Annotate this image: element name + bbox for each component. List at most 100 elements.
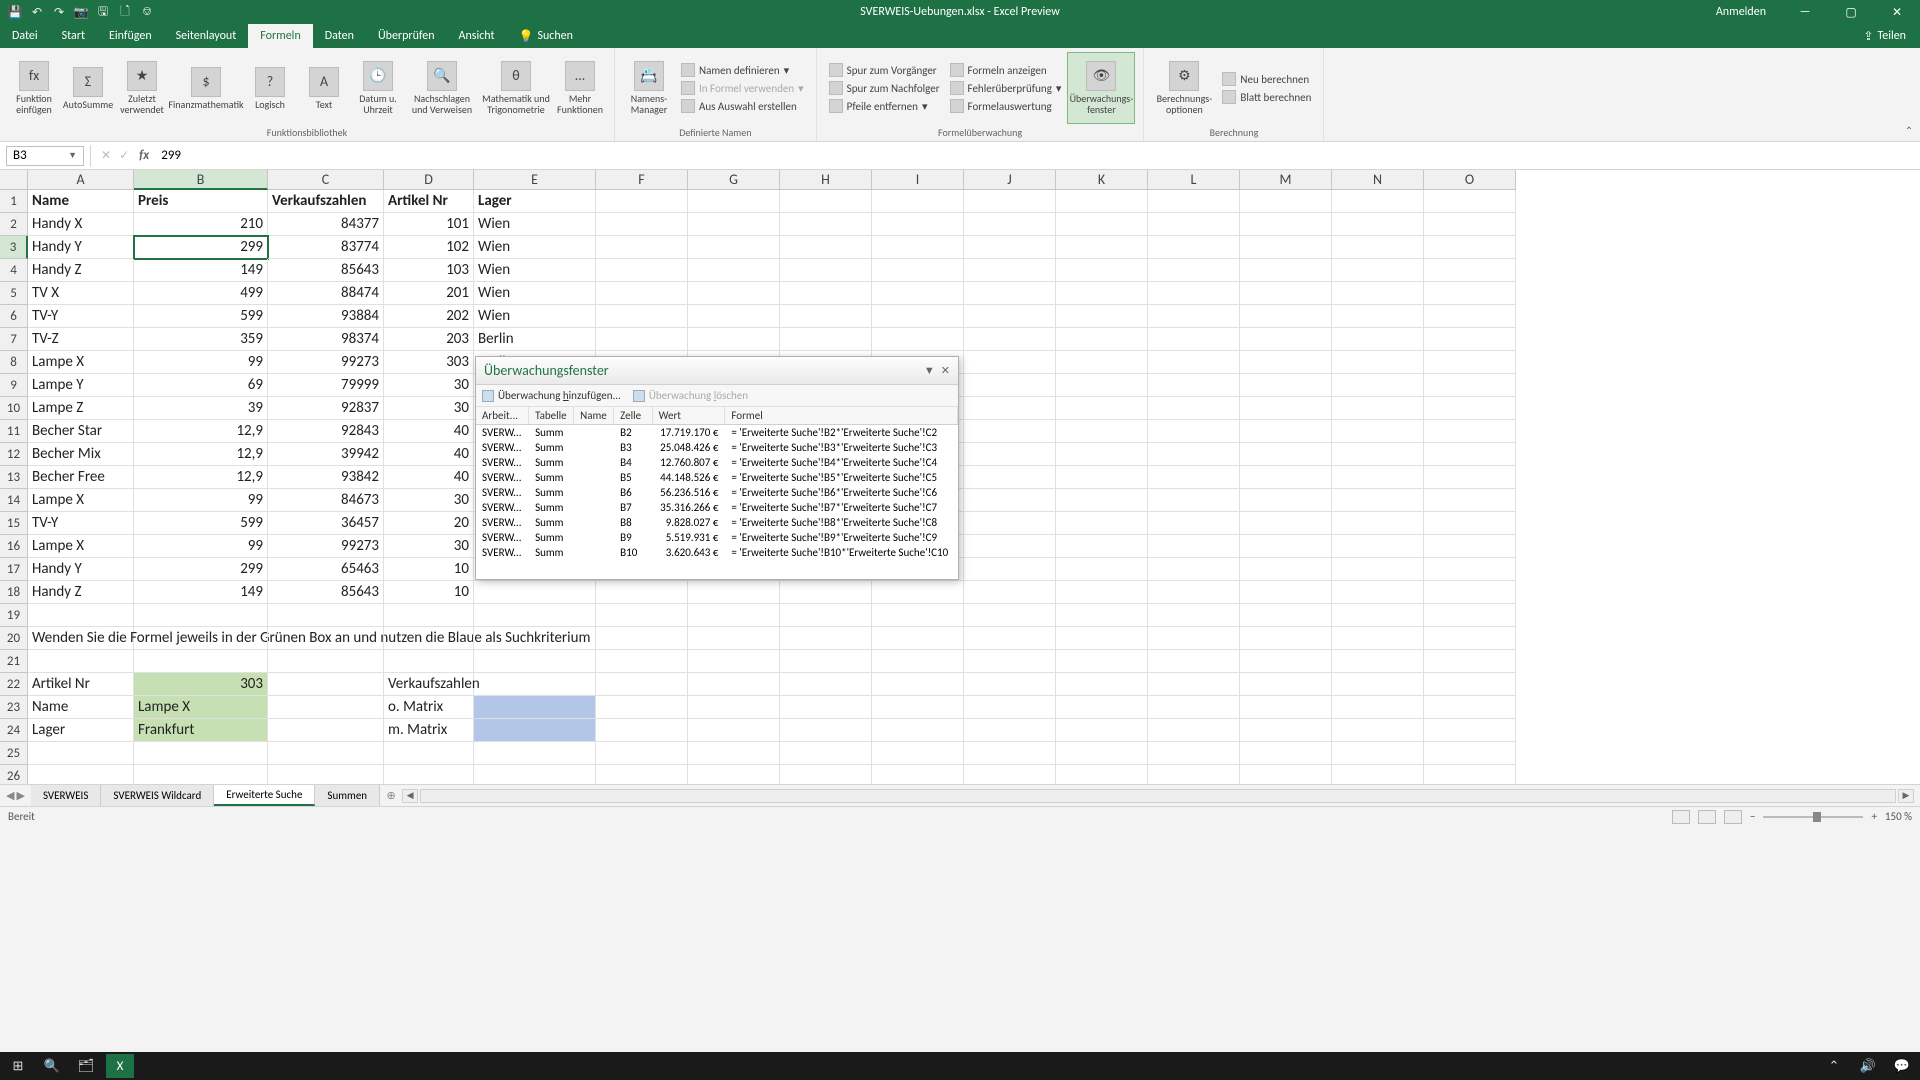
cell[interactable]: [964, 466, 1056, 489]
cell[interactable]: [1148, 604, 1240, 627]
cell[interactable]: [596, 236, 688, 259]
cell[interactable]: [964, 213, 1056, 236]
cell[interactable]: [268, 627, 384, 650]
row-header[interactable]: 22: [0, 673, 28, 696]
row-header[interactable]: 10: [0, 397, 28, 420]
row-header[interactable]: 11: [0, 420, 28, 443]
cell[interactable]: [1240, 443, 1332, 466]
row-header[interactable]: 26: [0, 765, 28, 784]
tab-ansicht[interactable]: Ansicht: [447, 24, 507, 48]
cell[interactable]: [964, 535, 1056, 558]
cell[interactable]: [964, 627, 1056, 650]
col-header-L[interactable]: L: [1148, 170, 1240, 190]
next-sheet-icon[interactable]: ▶: [16, 789, 24, 802]
cell[interactable]: [1424, 512, 1516, 535]
sheet-nav[interactable]: ◀▶: [0, 785, 31, 806]
notification-icon[interactable]: 💬: [1888, 1054, 1916, 1078]
cell[interactable]: [1240, 236, 1332, 259]
cell[interactable]: [688, 604, 780, 627]
cell[interactable]: Wien: [474, 236, 596, 259]
cell[interactable]: [688, 719, 780, 742]
col-header-K[interactable]: K: [1056, 170, 1148, 190]
cell[interactable]: [596, 305, 688, 328]
tab-seitenlayout[interactable]: Seitenlayout: [164, 24, 249, 48]
maximize-button[interactable]: ▢: [1828, 0, 1874, 24]
cell[interactable]: [1332, 420, 1424, 443]
cell[interactable]: [474, 719, 596, 742]
cell[interactable]: [780, 719, 872, 742]
cell[interactable]: Verkaufszahlen: [268, 190, 384, 213]
col-header-G[interactable]: G: [688, 170, 780, 190]
mehr-funktionen-button[interactable]: …Mehr Funktionen: [554, 52, 606, 124]
cell[interactable]: [268, 719, 384, 742]
cell[interactable]: [134, 627, 268, 650]
formeln-anzeigen-button[interactable]: Formeln anzeigen: [946, 62, 1066, 78]
cell[interactable]: m. Matrix: [384, 719, 474, 742]
redo-icon[interactable]: ↷: [52, 5, 66, 19]
tab-datei[interactable]: Datei: [0, 24, 50, 48]
tab-einfuegen[interactable]: Einfügen: [97, 24, 164, 48]
name-box[interactable]: B3▼: [6, 146, 84, 166]
cell[interactable]: [1148, 581, 1240, 604]
cell[interactable]: [1332, 282, 1424, 305]
cell[interactable]: [1240, 650, 1332, 673]
cell[interactable]: [872, 673, 964, 696]
watch-col-header[interactable]: Zelle: [614, 407, 652, 425]
cell[interactable]: [1056, 351, 1148, 374]
spur-nachfolger-button[interactable]: Spur zum Nachfolger: [825, 80, 944, 96]
cell[interactable]: Name: [28, 190, 134, 213]
row-header[interactable]: 20: [0, 627, 28, 650]
cell[interactable]: [474, 673, 596, 696]
cell[interactable]: [384, 765, 474, 784]
cell[interactable]: [872, 305, 964, 328]
row-header[interactable]: 6: [0, 305, 28, 328]
cell[interactable]: [1148, 765, 1240, 784]
cell[interactable]: [780, 673, 872, 696]
berechnungsoptionen-button[interactable]: ⚙Berechnungs- optionen: [1152, 52, 1216, 124]
watch-window-titlebar[interactable]: Überwachungsfenster ▼ ✕: [476, 357, 958, 385]
scroll-right-button[interactable]: ▶: [1898, 789, 1914, 803]
cell[interactable]: 88474: [268, 282, 384, 305]
cell[interactable]: [1332, 213, 1424, 236]
cell[interactable]: [1332, 305, 1424, 328]
watch-row[interactable]: SVERW...SummB412.760.807 €= 'Erweiterte …: [476, 455, 958, 470]
cell[interactable]: [964, 397, 1056, 420]
watch-window-dropdown-icon[interactable]: ▼: [924, 364, 935, 377]
cell[interactable]: [1148, 627, 1240, 650]
tab-daten[interactable]: Daten: [313, 24, 366, 48]
cell[interactable]: [688, 673, 780, 696]
cell[interactable]: [872, 259, 964, 282]
cell[interactable]: Becher Mix: [28, 443, 134, 466]
cell[interactable]: [134, 604, 268, 627]
cell[interactable]: [1332, 604, 1424, 627]
cell[interactable]: [964, 765, 1056, 784]
speaker-icon[interactable]: 🔊: [1854, 1054, 1882, 1078]
cell[interactable]: [688, 190, 780, 213]
cell[interactable]: [1148, 489, 1240, 512]
page-break-button[interactable]: [1724, 810, 1742, 824]
start-button[interactable]: ⊞: [4, 1054, 32, 1078]
cell[interactable]: [1240, 696, 1332, 719]
sign-in-link[interactable]: Anmelden: [1716, 5, 1766, 19]
cell[interactable]: [1424, 627, 1516, 650]
cell[interactable]: [964, 443, 1056, 466]
cell[interactable]: Wien: [474, 259, 596, 282]
cell[interactable]: [688, 282, 780, 305]
cell[interactable]: [1332, 512, 1424, 535]
cell[interactable]: [964, 581, 1056, 604]
cell[interactable]: [872, 650, 964, 673]
cell[interactable]: [1332, 489, 1424, 512]
cell[interactable]: [1056, 374, 1148, 397]
col-header-M[interactable]: M: [1240, 170, 1332, 190]
cell[interactable]: Lampe X: [28, 535, 134, 558]
row-header[interactable]: 3: [0, 236, 28, 259]
nachschlagen-button[interactable]: 🔍Nachschlagen und Verweisen: [406, 52, 478, 124]
cell[interactable]: [596, 190, 688, 213]
cell[interactable]: [1424, 259, 1516, 282]
cell[interactable]: [596, 650, 688, 673]
cell[interactable]: [1424, 489, 1516, 512]
cell[interactable]: [1424, 535, 1516, 558]
cell[interactable]: [780, 742, 872, 765]
prev-sheet-icon[interactable]: ◀: [6, 789, 14, 802]
cell[interactable]: [474, 650, 596, 673]
